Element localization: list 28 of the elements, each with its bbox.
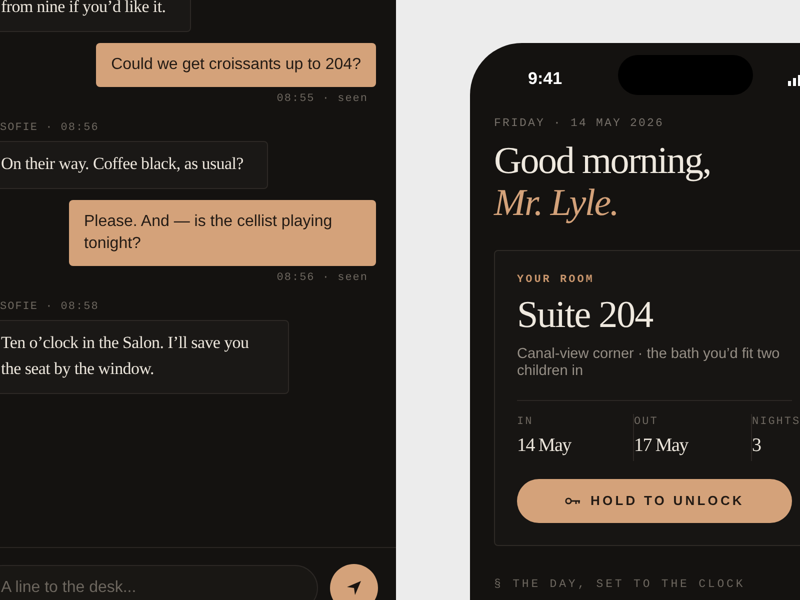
room-title: Suite 204	[517, 292, 654, 337]
send-button[interactable]	[330, 564, 378, 600]
incoming-message: Ten o’clock in the Salon. I’ll save you the seat by the window.	[0, 320, 289, 394]
date-label: FRIDAY · 14 MAY 2026	[494, 116, 666, 132]
room-description: Canal-view corner · the bath you’d fit two children in	[517, 346, 781, 380]
message-meta: 08:55 · seen	[276, 92, 368, 106]
sender-meta: SOFIE · 08:56	[0, 121, 100, 135]
incoming-message: On their way. Coffee black, as usual?	[0, 141, 268, 189]
sender-meta: SOFIE · 08:58	[0, 300, 100, 314]
room-label: YOUR ROOM	[517, 273, 596, 288]
key-icon	[564, 496, 581, 505]
stat-label: IN	[517, 414, 534, 430]
unlock-button[interactable]: HOLD TO UNLOCK	[517, 478, 792, 523]
guest-name: Mr. Lyle.	[494, 182, 620, 224]
send-icon	[346, 580, 362, 596]
status-time: 9:41	[528, 68, 562, 90]
outgoing-message: Could we get croissants up to 204?	[96, 43, 376, 87]
stat-value: 14 May	[517, 434, 572, 458]
stat-value: 3	[752, 434, 762, 458]
section-heading: § THE DAY, SET TO THE CLOCK	[494, 576, 746, 593]
outgoing-message: Please. And — is the cellist playing tonight?	[69, 200, 376, 266]
greeting-heading: Good morning,	[494, 140, 712, 182]
stat-label: NIGHTS	[752, 414, 800, 430]
message-meta: 08:56 · seen	[276, 271, 368, 285]
stat-value: 17 May	[634, 434, 690, 458]
message-input-field[interactable]: A line to the desk...	[0, 565, 318, 600]
stat-label: OUT	[634, 414, 660, 430]
incoming-message: from nine if you’d like it.	[0, 0, 191, 32]
